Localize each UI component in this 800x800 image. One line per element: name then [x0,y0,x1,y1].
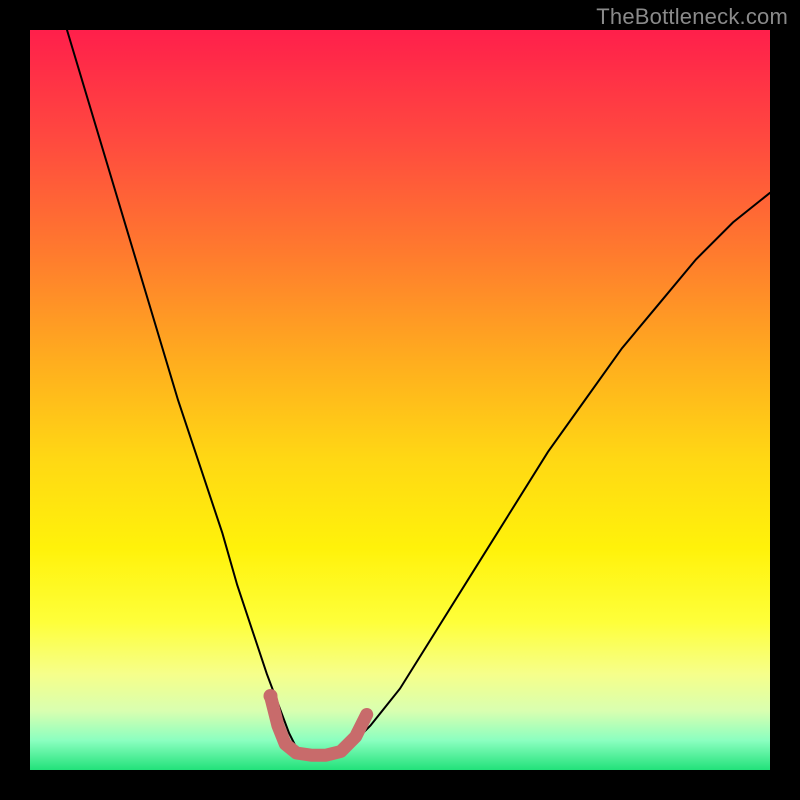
plot-area [30,30,770,770]
curve-layer [30,30,770,770]
chart-frame: TheBottleneck.com [0,0,800,800]
optimal-highlight [271,696,367,755]
bottleneck-curve [67,30,770,755]
watermark-text: TheBottleneck.com [596,4,788,30]
highlight-dot [264,689,278,703]
